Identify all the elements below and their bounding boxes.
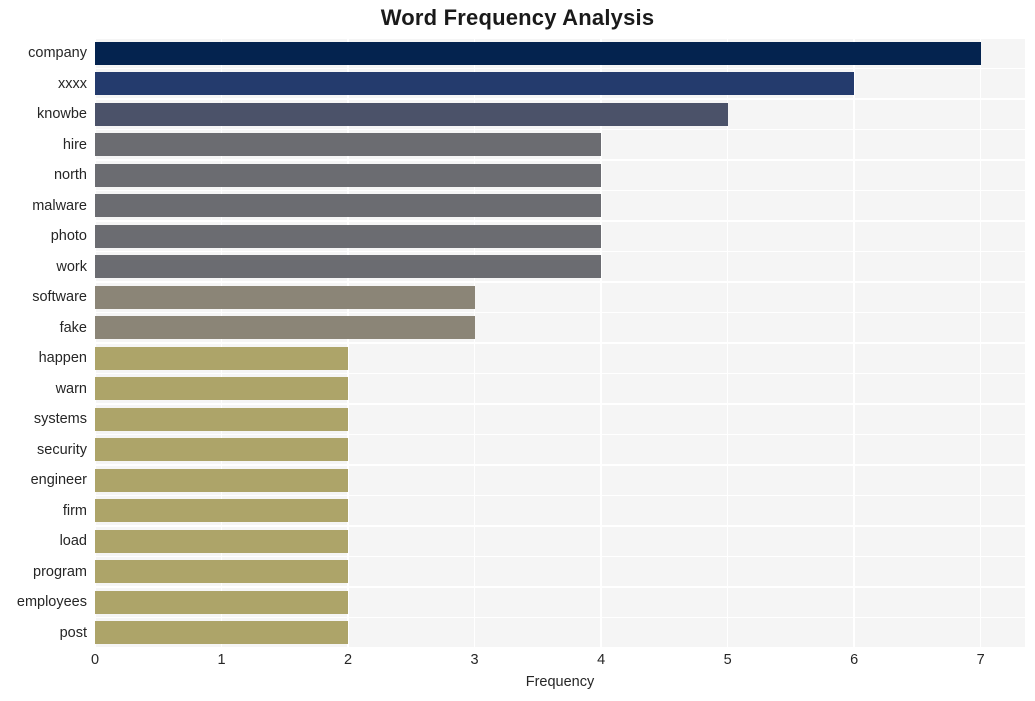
- bar-company[interactable]: [95, 41, 981, 65]
- y-tick-label-photo: photo: [50, 228, 87, 245]
- bar-load[interactable]: [95, 529, 349, 553]
- gridline-y-17: [95, 555, 1025, 558]
- bar-hire[interactable]: [95, 133, 602, 157]
- bar-software[interactable]: [95, 285, 475, 309]
- gridline-y-0: [95, 38, 1025, 39]
- gridline-y-9: [95, 311, 1025, 314]
- gridline-y-4: [95, 159, 1025, 161]
- gridline-y-12: [95, 403, 1025, 405]
- x-tick-label-0: 0: [90, 652, 100, 668]
- gridline-y-7: [95, 250, 1025, 253]
- bar-photo[interactable]: [95, 224, 602, 248]
- x-tick-label-2: 2: [344, 652, 353, 668]
- y-tick-label-xxxx: xxxx: [58, 75, 87, 92]
- gridline-y-3: [95, 128, 1025, 131]
- bar-knowbe[interactable]: [95, 102, 728, 126]
- bar-fake[interactable]: [95, 316, 475, 340]
- gridline-y-6: [95, 220, 1025, 222]
- y-tick-label-program: program: [33, 563, 87, 580]
- bar-employees[interactable]: [95, 590, 349, 614]
- gridline-y-5: [95, 189, 1025, 192]
- bar-engineer[interactable]: [95, 468, 349, 492]
- y-tick-label-employees: employees: [16, 594, 87, 611]
- bar-malware[interactable]: [95, 194, 602, 218]
- gridline-y-8: [95, 281, 1025, 283]
- bar-firm[interactable]: [95, 499, 349, 523]
- gridline-y-11: [95, 372, 1025, 375]
- chart-figure: Word Frequency Analysis company xxxx knowb…: [0, 0, 1035, 701]
- y-tick-label-north: north: [53, 167, 87, 184]
- gridline-y-16: [95, 525, 1025, 527]
- y-tick-label-software: software: [32, 289, 87, 306]
- y-tick-label-warn: warn: [55, 380, 87, 397]
- x-axis-label: Frequency: [525, 674, 595, 690]
- y-tick-label-fake: fake: [59, 319, 87, 336]
- gridline-y-18: [95, 586, 1025, 588]
- bar-post[interactable]: [95, 621, 349, 645]
- gridline-y-15: [95, 494, 1025, 497]
- bar-warn[interactable]: [95, 377, 349, 401]
- bar-work[interactable]: [95, 255, 602, 279]
- y-tick-label-systems: systems: [33, 411, 87, 428]
- gridline-y-19: [95, 616, 1025, 619]
- x-tick-label-5: 5: [723, 652, 732, 668]
- gridline-y-2: [95, 98, 1025, 100]
- y-tick-label-security: security: [37, 441, 87, 458]
- x-tick-label-1: 1: [217, 652, 226, 668]
- y-tick-label-engineer: engineer: [30, 472, 87, 489]
- y-tick-label-malware: malware: [32, 197, 87, 214]
- y-axis-tick-labels: company xxxx knowbe hire north malware photo wo…: [0, 38, 87, 648]
- y-tick-label-firm: firm: [62, 502, 87, 519]
- y-tick-label-company: company: [28, 45, 87, 62]
- gridline-y-10: [95, 342, 1025, 344]
- x-tick-label-7: 7: [976, 652, 985, 668]
- bar-happen[interactable]: [95, 346, 349, 370]
- gridline-y-14: [95, 464, 1025, 466]
- y-tick-label-post: post: [59, 624, 87, 641]
- page-title: Word Frequency Analysis: [380, 5, 655, 30]
- y-tick-label-load: load: [59, 533, 87, 550]
- y-tick-label-happen: happen: [38, 350, 87, 367]
- bar-north[interactable]: [95, 163, 602, 187]
- gridline-y-13: [95, 433, 1025, 436]
- x-tick-label-3: 3: [470, 652, 479, 668]
- x-tick-label-6: 6: [850, 652, 859, 668]
- x-tick-label-4: 4: [597, 652, 606, 668]
- y-tick-label-knowbe: knowbe: [37, 106, 87, 123]
- y-tick-label-work: work: [56, 258, 87, 275]
- bar-program[interactable]: [95, 560, 349, 584]
- bar-xxxx[interactable]: [95, 72, 855, 96]
- bar-security[interactable]: [95, 438, 349, 462]
- y-tick-label-hire: hire: [62, 136, 87, 153]
- gridline-y-1: [95, 67, 1025, 70]
- bar-systems[interactable]: [95, 407, 349, 431]
- plot-area: [95, 38, 1025, 648]
